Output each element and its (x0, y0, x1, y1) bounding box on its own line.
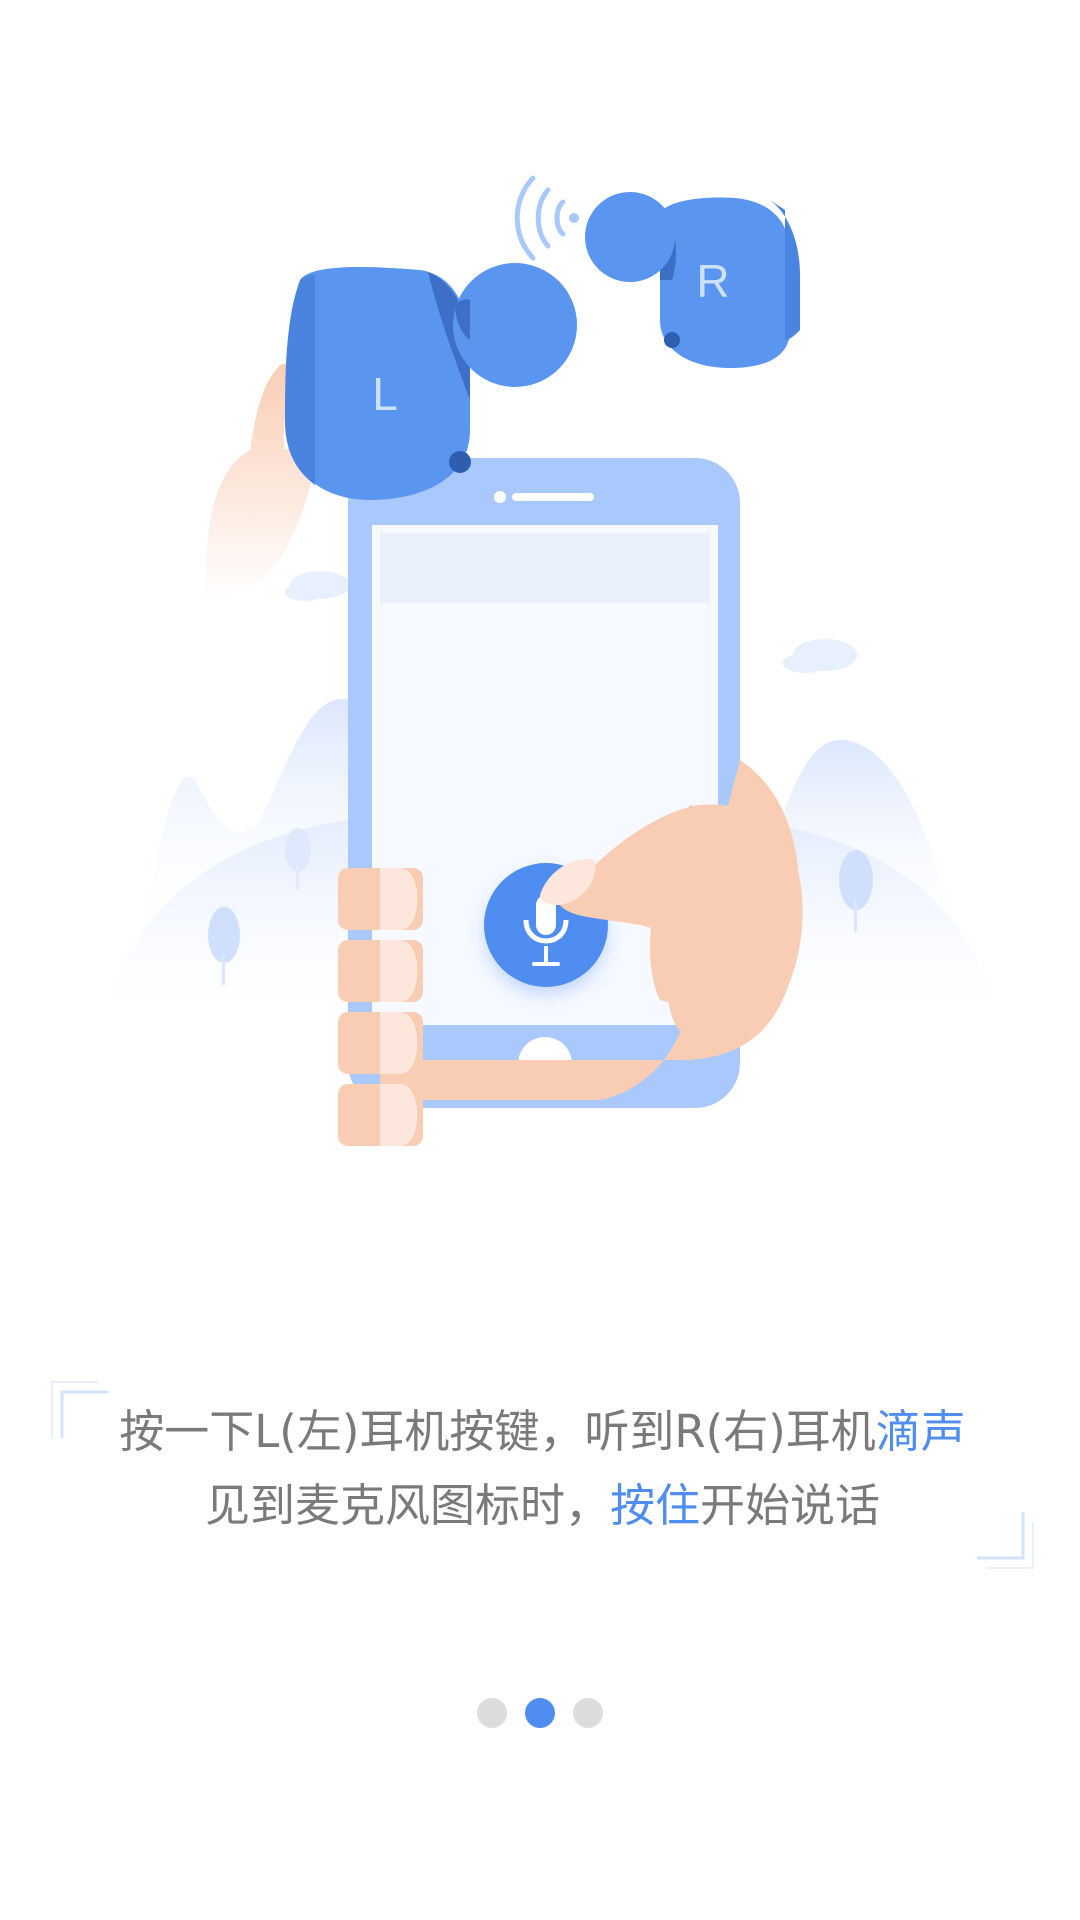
page-indicator (0, 1698, 1080, 1728)
sound-wave-icon (514, 175, 579, 261)
earbud-right: R (585, 192, 800, 368)
page-dot-2-active[interactable] (525, 1698, 555, 1728)
onboarding-illustration: L R (100, 175, 1000, 1146)
earbud-right-label: R (696, 255, 729, 307)
cloud-icon (285, 571, 350, 601)
instruction-line-1-text: 按一下L(左)耳机按键，听到R(右)耳机 (119, 1405, 876, 1458)
cloud-icon (783, 639, 857, 673)
instruction-line-2-text-end: 开始说话 (700, 1479, 881, 1532)
instruction-line-2: 见到麦克风图标时，按住开始说话 (50, 1476, 1035, 1536)
page-dot-1[interactable] (477, 1698, 507, 1728)
instruction-line-1: 按一下L(左)耳机按键，听到R(右)耳机滴声 (50, 1402, 1035, 1462)
page-dot-3[interactable] (573, 1698, 603, 1728)
instruction-line-2-text: 见到麦克风图标时， (204, 1479, 610, 1532)
corner-bracket-bottom-right (977, 1512, 1034, 1569)
instruction-caption: 按一下L(左)耳机按键，听到R(右)耳机滴声 见到麦克风图标时，按住开始说话 (50, 1380, 1035, 1570)
instruction-line-2-highlight: 按住 (609, 1479, 700, 1532)
instruction-line-1-highlight: 滴声 (875, 1405, 966, 1458)
earbud-left-label: L (372, 368, 398, 420)
